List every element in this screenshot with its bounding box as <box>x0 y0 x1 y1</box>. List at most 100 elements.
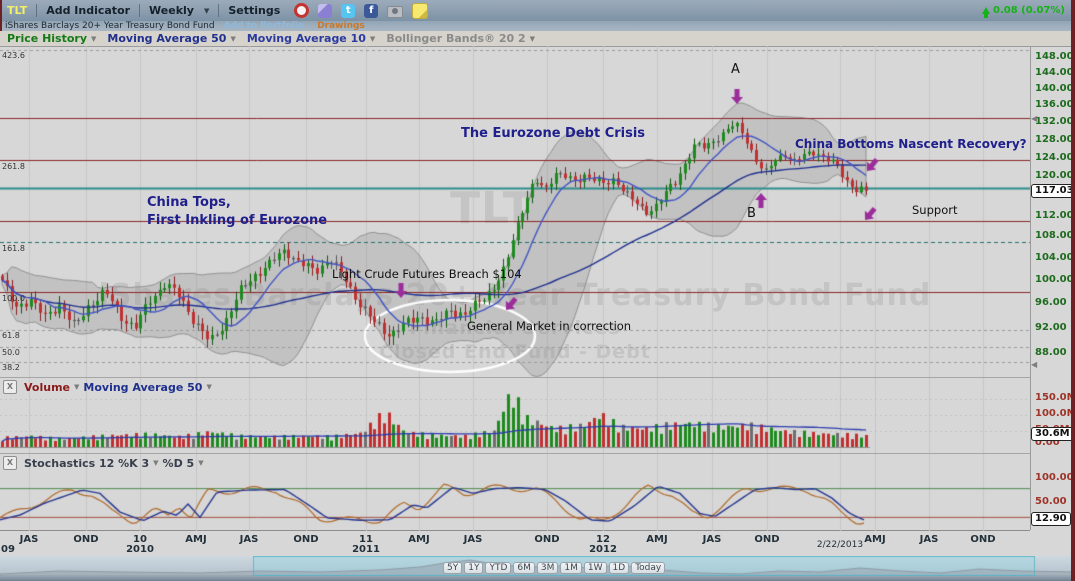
annotation-china-tops-1: China Tops, <box>147 195 231 210</box>
price-axis-label: 124.00 <box>1035 152 1074 163</box>
drawing-handle-icon[interactable]: ◀ <box>1031 114 1037 123</box>
annotation-support: Support <box>912 203 957 217</box>
range-button-1m[interactable]: 1M <box>560 562 582 574</box>
time-axis-year-label: 2011 <box>352 544 380 555</box>
chevron-down-icon[interactable]: ▼ <box>91 35 96 43</box>
add-to-portfolio-link[interactable]: Add to Portfolio <box>224 21 305 31</box>
annotation-label-b: B <box>747 206 756 221</box>
time-axis-quarter-label: OND <box>293 534 318 545</box>
time-axis-quarter-label: AMJ <box>646 534 667 545</box>
volume-pane-header: X Volume ▼ Moving Average 50 ▼ <box>3 380 216 394</box>
indicator-moving-average-50[interactable]: Moving Average 50 ▼ <box>107 32 239 45</box>
indicator-price-history[interactable]: Price History ▼ <box>7 32 100 45</box>
range-button-1w[interactable]: 1W <box>584 562 607 574</box>
chevron-down-icon[interactable]: ▼ <box>204 7 209 15</box>
charting-app: TLT Add Indicator Weekly ▼ Settings t f … <box>0 0 1075 581</box>
chevron-down-icon[interactable]: ▼ <box>74 383 79 391</box>
time-axis-quarter-label: JAS <box>703 534 722 545</box>
divider <box>36 4 37 17</box>
indicator-bollinger-bands[interactable]: Bollinger Bands® 20 2 ▼ <box>386 32 539 45</box>
time-axis-year-label: 09 <box>1 544 15 555</box>
volume-ma-label[interactable]: Moving Average 50 <box>83 381 202 394</box>
chevron-down-icon[interactable]: ▼ <box>230 35 235 43</box>
time-axis-quarter-label: OND <box>73 534 98 545</box>
top-toolbar: TLT Add Indicator Weekly ▼ Settings t f … <box>0 0 1075 21</box>
annotation-eurozone: The Eurozone Debt Crisis <box>461 126 645 141</box>
stochastic-indicator-label[interactable]: Stochastics 12 %K 3 <box>24 457 149 470</box>
annotation-china-bottoms: China Bottoms Nascent Recovery? <box>795 137 1027 151</box>
indicator-label: Bollinger Bands® 20 2 <box>386 32 525 45</box>
fib-level-label: 261.8 <box>2 162 25 171</box>
annotation-label-a: A <box>731 62 740 77</box>
last-volume-badge: 30.6M <box>1031 427 1074 441</box>
add-indicator-button[interactable]: Add Indicator <box>46 4 130 17</box>
price-axis-label: 108.00 <box>1035 230 1074 241</box>
price-axis-label: 100.00 <box>1035 274 1074 285</box>
change-text: 0.08 (0.07%) <box>993 5 1065 16</box>
close-icon[interactable]: X <box>3 380 17 394</box>
chevron-down-icon[interactable]: ▼ <box>530 35 535 43</box>
range-button-today[interactable]: Today <box>631 562 665 574</box>
fib-level-label: 61.8 <box>2 331 20 340</box>
alarm-icon[interactable] <box>294 3 309 18</box>
fib-level-label: 423.6 <box>2 51 25 60</box>
time-axis-quarter-label: OND <box>534 534 559 545</box>
stochastic-pane-header: X Stochastics 12 %K 3 ▼ %D 5 ▼ <box>3 456 208 470</box>
twitter-icon[interactable]: t <box>341 4 355 18</box>
range-button-1y[interactable]: 1Y <box>464 562 483 574</box>
volume-indicator-label[interactable]: Volume <box>24 381 70 394</box>
symbol-row: iShares Barclays 20+ Year Treasury Bond … <box>0 21 1075 31</box>
chevron-down-icon[interactable]: ▼ <box>206 383 211 391</box>
camera-icon[interactable] <box>387 6 403 18</box>
chevron-down-icon[interactable]: ▼ <box>370 35 375 43</box>
symbol-ticker: TLT <box>7 4 27 17</box>
volume-axis-label: 150.0M <box>1035 392 1075 403</box>
price-axis-label: 132.00 <box>1035 116 1074 127</box>
indicator-moving-average-10[interactable]: Moving Average 10 ▼ <box>247 32 379 45</box>
range-button-6m[interactable]: 6M <box>513 562 535 574</box>
bottom-scrollbar[interactable] <box>0 576 1075 581</box>
price-axis-label: 128.00 <box>1035 134 1074 145</box>
time-axis-quarter-label: AMJ <box>185 534 206 545</box>
chevron-down-icon[interactable]: ▼ <box>153 459 158 467</box>
time-axis-year-label: 2012 <box>589 544 617 555</box>
stoch-axis-label: 100.00 <box>1035 472 1074 483</box>
range-button-1d[interactable]: 1D <box>609 562 630 574</box>
stochastic-d-label[interactable]: %D 5 <box>163 457 195 470</box>
time-axis-quarter-label: AMJ <box>408 534 429 545</box>
time-axis-quarter-label: AMJ <box>864 534 885 545</box>
toolbar-icons: t f <box>294 3 428 19</box>
last-date-label: 2/22/2013 <box>817 540 863 550</box>
chevron-down-icon[interactable]: ▼ <box>198 459 203 467</box>
time-axis-year-label: 2010 <box>126 544 154 555</box>
annotation-general-market: General Market in correction <box>467 319 631 333</box>
time-axis-quarter-label: JAS <box>240 534 259 545</box>
timeframe-select[interactable]: Weekly <box>149 4 194 17</box>
left-edge-strip <box>0 0 2 31</box>
close-icon[interactable]: X <box>3 456 17 470</box>
range-button-5y[interactable]: 5Y <box>443 562 462 574</box>
price-axis-label: 148.00 <box>1035 51 1074 62</box>
price-axis-label: 96.00 <box>1035 297 1067 308</box>
symbol-full-name: iShares Barclays 20+ Year Treasury Bond … <box>5 21 215 31</box>
settings-button[interactable]: Settings <box>228 4 280 17</box>
facebook-icon[interactable]: f <box>364 4 378 18</box>
up-arrow-icon <box>982 7 990 14</box>
price-axis-label: 140.00 <box>1035 83 1074 94</box>
fib-level-label: 100.0 <box>2 294 25 303</box>
range-button-ytd[interactable]: YTD <box>485 562 511 574</box>
divider <box>139 4 140 17</box>
range-button-3m[interactable]: 3M <box>537 562 559 574</box>
time-axis-quarter-label: JAS <box>464 534 483 545</box>
price-axis-label: 144.00 <box>1035 67 1074 78</box>
stoch-axis-label: 50.00 <box>1035 496 1067 507</box>
right-edge-strip <box>1071 0 1075 581</box>
drawing-handle-icon[interactable]: ◀ <box>1031 360 1037 369</box>
fib-level-label: 161.8 <box>2 244 25 253</box>
price-axis-label: 136.00 <box>1035 99 1074 110</box>
indicator-row: Price History ▼ Moving Average 50 ▼ Movi… <box>0 31 1075 47</box>
volume-axis-label: 100.0M <box>1035 408 1075 419</box>
notes-icon[interactable] <box>412 3 428 19</box>
drawings-link[interactable]: Drawings <box>317 21 365 31</box>
cube-icon[interactable] <box>318 4 332 18</box>
